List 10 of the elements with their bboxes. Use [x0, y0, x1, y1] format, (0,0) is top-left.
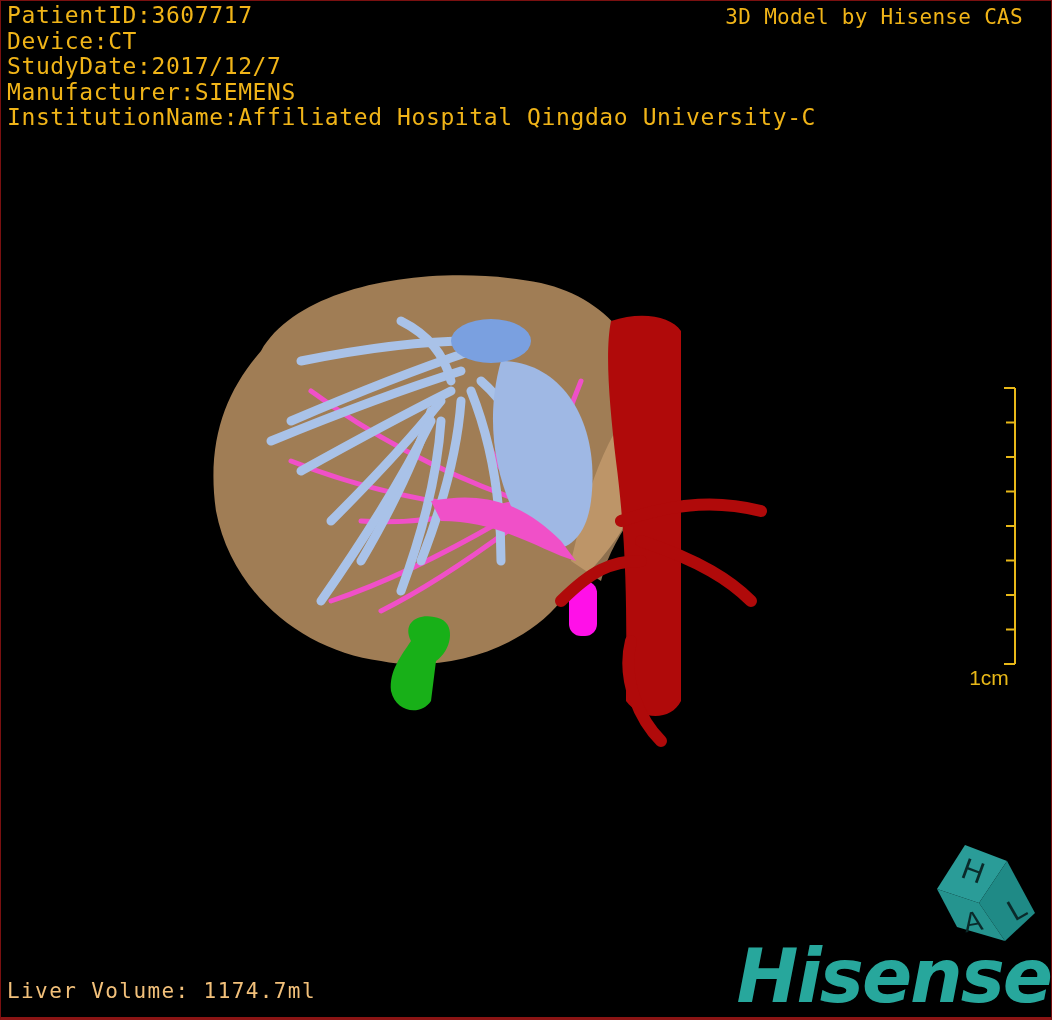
brand-logo: Hisense	[736, 939, 1051, 1013]
liver-volume-text: Liver Volume: 1174.7ml	[7, 979, 316, 1003]
scale-label: 1cm	[969, 666, 1009, 690]
patient-info-text: Manufacturer:SIEMENS	[7, 79, 296, 105]
scale-bar-icon	[1003, 387, 1016, 666]
patient-info-text: StudyDate:2017/12/7	[7, 54, 282, 80]
patient-info-text: PatientID:3607717	[7, 3, 253, 29]
patient-info-text: InstitutionName:Affiliated Hospital Qingdao University-C	[7, 105, 817, 131]
patient-info-text: Device:CT	[7, 28, 138, 54]
viewer-title: 3D Model by Hisense CAS	[725, 4, 1023, 31]
